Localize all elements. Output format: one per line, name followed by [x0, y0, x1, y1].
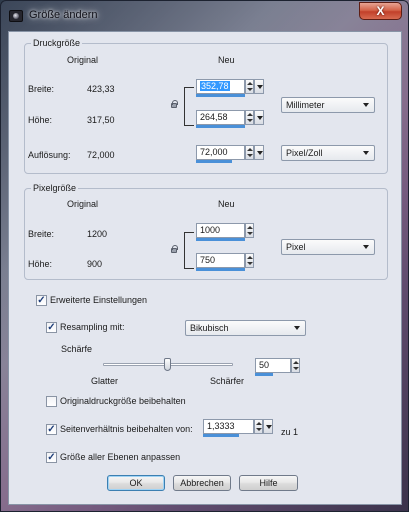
print-height-original: 317,50: [87, 115, 115, 125]
resize-all-layers-checkbox[interactable]: ✓: [46, 452, 57, 463]
arrow-down-icon[interactable]: [247, 88, 253, 91]
sharpness-input[interactable]: 50: [255, 358, 291, 373]
pixel-width-spin[interactable]: 1000: [196, 223, 255, 241]
chevron-down-icon[interactable]: [254, 110, 264, 125]
pixel-width-bar: [196, 238, 245, 241]
arrow-up-icon[interactable]: [293, 361, 299, 364]
dialog-body: Druckgröße Original Neu Breite: 423,33 3…: [8, 31, 402, 505]
ratio-spin[interactable]: 1,3333: [203, 419, 273, 437]
sharpness-bar: [255, 373, 273, 376]
arrow-down-icon[interactable]: [247, 262, 253, 265]
arrow-up-icon[interactable]: [247, 226, 253, 229]
pixel-unit-select[interactable]: Pixel: [281, 239, 375, 255]
ratio-spin-arrows[interactable]: [254, 419, 263, 434]
app-icon: [9, 10, 23, 22]
keep-print-size-label[interactable]: Originaldruckgröße beibehalten: [60, 396, 186, 406]
arrow-down-icon[interactable]: [247, 232, 253, 235]
dialog-window: Größe ändern X Druckgröße Original Neu B…: [0, 0, 409, 512]
resolution-bar: [196, 160, 232, 163]
resize-all-layers-label[interactable]: Größe aller Ebenen anpassen: [60, 452, 180, 462]
sharpness-max-label: Schärfer: [210, 376, 245, 386]
ratio-input[interactable]: 1,3333: [203, 419, 254, 434]
arrow-down-icon[interactable]: [256, 428, 262, 431]
advanced-checkbox[interactable]: ✓: [36, 295, 47, 306]
print-height-spin-arrows[interactable]: [245, 110, 254, 125]
lock-icon[interactable]: [171, 245, 178, 253]
pixel-width-label: Breite:: [28, 229, 55, 239]
print-width-spin-arrows[interactable]: [245, 79, 254, 94]
help-button[interactable]: Hilfe: [239, 475, 298, 491]
resampling-select[interactable]: Bikubisch: [185, 320, 306, 336]
resampling-checkbox[interactable]: ✓: [46, 322, 57, 333]
arrow-up-icon[interactable]: [247, 113, 253, 116]
print-size-group: Druckgröße Original Neu Breite: 423,33 3…: [24, 38, 388, 174]
resolution-label: Auflösung:: [28, 150, 71, 160]
title-bar[interactable]: Größe ändern X: [1, 1, 408, 31]
pixel-height-spin-arrows[interactable]: [245, 253, 254, 268]
print-width-spin[interactable]: 352,78: [196, 79, 264, 97]
chevron-down-icon[interactable]: [254, 79, 264, 94]
cancel-button[interactable]: Abbrechen: [173, 475, 231, 491]
keep-ratio-label[interactable]: Seitenverhältnis beibehalten von:: [60, 424, 193, 434]
print-link-bracket: [184, 87, 194, 126]
pixel-height-bar: [196, 268, 245, 271]
pixel-size-group-title: Pixelgröße: [31, 183, 79, 193]
print-width-original: 423,33: [87, 84, 115, 94]
resolution-spin[interactable]: 72,000: [196, 145, 264, 163]
print-col-new: Neu: [218, 55, 235, 65]
print-height-bar: [196, 125, 245, 128]
sharpness-label: Schärfe: [61, 344, 93, 354]
pixel-height-input[interactable]: 750: [196, 253, 245, 268]
arrow-up-icon[interactable]: [247, 82, 253, 85]
print-width-bar: [196, 94, 245, 97]
arrow-down-icon[interactable]: [247, 119, 253, 122]
arrow-up-icon[interactable]: [256, 422, 262, 425]
resolution-unit-select[interactable]: Pixel/Zoll: [281, 145, 375, 161]
print-width-input[interactable]: 352,78: [196, 79, 245, 94]
sharpness-min-label: Glatter: [91, 376, 119, 386]
ok-button[interactable]: OK: [107, 475, 165, 491]
close-button[interactable]: X: [359, 2, 402, 20]
sharpness-spin[interactable]: 50: [255, 358, 301, 376]
pixel-col-new: Neu: [218, 199, 235, 209]
arrow-down-icon[interactable]: [247, 154, 253, 157]
window-title: Größe ändern: [29, 9, 98, 21]
pixel-width-input[interactable]: 1000: [196, 223, 245, 238]
sharpness-spin-arrows[interactable]: [291, 358, 300, 373]
pixel-link-bracket: [184, 232, 194, 269]
print-height-label: Höhe:: [28, 115, 53, 125]
advanced-label[interactable]: Erweiterte Einstellungen: [50, 295, 147, 305]
resolution-spin-arrows[interactable]: [245, 145, 254, 160]
ratio-suffix: zu 1: [281, 427, 299, 437]
resolution-input[interactable]: 72,000: [196, 145, 245, 160]
lock-icon[interactable]: [171, 100, 178, 108]
print-unit-select[interactable]: Millimeter: [281, 97, 375, 113]
print-height-input[interactable]: 264,58: [196, 110, 245, 125]
resampling-label[interactable]: Resampling mit:: [60, 322, 125, 332]
pixel-width-original: 1200: [87, 229, 108, 239]
resolution-original: 72,000: [87, 150, 115, 160]
pixel-height-label: Höhe:: [28, 259, 53, 269]
print-size-group-title: Druckgröße: [31, 38, 83, 48]
pixel-col-original: Original: [67, 199, 99, 209]
sharpness-slider-thumb[interactable]: [164, 358, 171, 371]
print-col-original: Original: [67, 55, 99, 65]
pixel-width-spin-arrows[interactable]: [245, 223, 254, 238]
pixel-size-group: Pixelgröße Original Neu Breite: 1200 100…: [24, 183, 388, 280]
keep-ratio-checkbox[interactable]: ✓: [46, 424, 57, 435]
ratio-bar: [203, 434, 239, 437]
chevron-down-icon[interactable]: [254, 145, 264, 160]
arrow-down-icon[interactable]: [293, 367, 299, 370]
print-width-label: Breite:: [28, 84, 55, 94]
arrow-up-icon[interactable]: [247, 256, 253, 259]
arrow-up-icon[interactable]: [247, 148, 253, 151]
keep-print-size-checkbox[interactable]: ✓: [46, 396, 57, 407]
print-height-spin[interactable]: 264,58: [196, 110, 264, 128]
pixel-height-spin[interactable]: 750: [196, 253, 255, 271]
chevron-down-icon[interactable]: [263, 419, 273, 434]
pixel-height-original: 900: [87, 259, 103, 269]
